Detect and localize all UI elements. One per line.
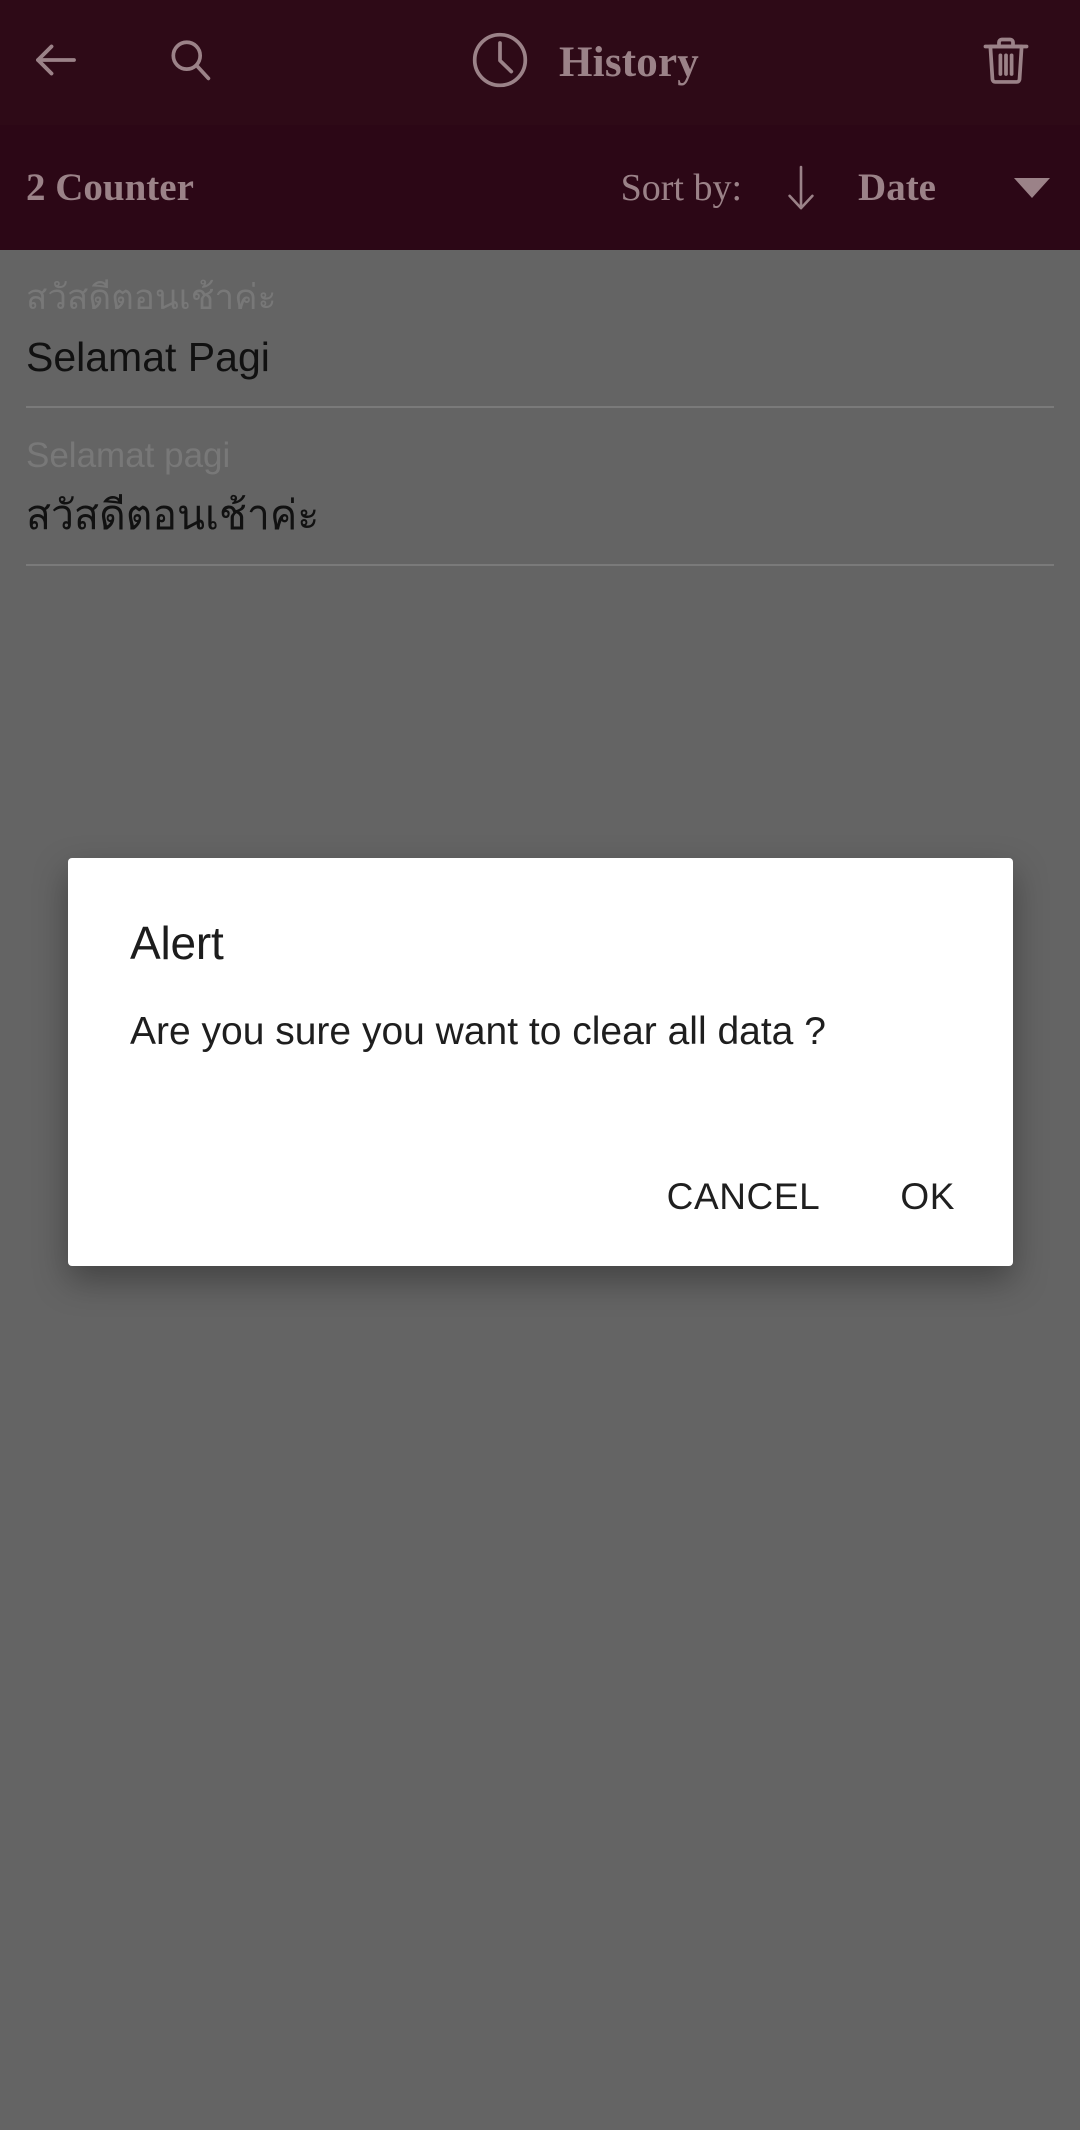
ok-button[interactable]: OK bbox=[884, 1162, 971, 1232]
dialog-message: Are you sure you want to clear all data … bbox=[130, 1010, 826, 1053]
alert-dialog: Alert Are you sure you want to clear all… bbox=[68, 858, 1013, 1266]
cancel-button[interactable]: CANCEL bbox=[651, 1162, 837, 1232]
dialog-action-bar: CANCEL OK bbox=[651, 1162, 971, 1232]
dialog-title: Alert bbox=[130, 917, 224, 969]
